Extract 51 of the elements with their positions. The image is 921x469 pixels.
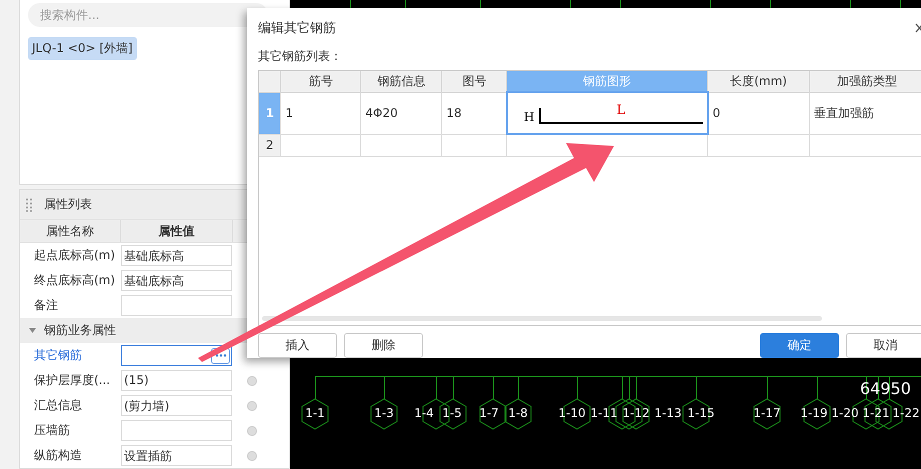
confirm-button[interactable]: 确定 xyxy=(760,333,840,358)
axis-label: 1-10 xyxy=(558,406,586,420)
column-header[interactable]: 加强筋类型 xyxy=(810,71,921,92)
axis-label: 1-3 xyxy=(374,406,394,420)
axis-label: 1-15 xyxy=(687,406,715,420)
property-name: 纵筋构造 xyxy=(33,447,83,464)
property-field[interactable]: (剪力墙) xyxy=(121,395,232,416)
axis-label: 1-21 xyxy=(862,406,890,420)
column-header: 属性名称 xyxy=(20,220,121,242)
property-name: 终点底标高(m) xyxy=(33,272,116,289)
dimension-label: H xyxy=(524,110,534,124)
axis-label: 1-8 xyxy=(508,406,528,420)
dimension-label: 64950 xyxy=(860,379,911,398)
table-cell: 0 xyxy=(708,92,810,134)
axis-label: 1-17 xyxy=(753,406,781,420)
property-name: 汇总信息 xyxy=(33,397,83,414)
property-field[interactable]: 基础底标高 xyxy=(121,245,232,266)
axis-label: 1-11 xyxy=(590,406,618,420)
dialog-button[interactable]: 插入 xyxy=(258,333,337,358)
column-header[interactable]: 钢筋信息 xyxy=(360,71,442,92)
axis-label: 1-4 xyxy=(414,406,434,420)
property-name: 备注 xyxy=(33,297,59,314)
axis-label: 1-19 xyxy=(800,406,828,420)
column-header[interactable]: 筋号 xyxy=(280,71,361,92)
property-name: 其它钢筋 xyxy=(33,347,83,364)
dialog-button[interactable]: 删除 xyxy=(344,333,423,358)
property-field[interactable]: 基础底标高 xyxy=(121,270,232,291)
axis-label: 1-13 xyxy=(654,406,682,420)
axis-label: 1-12 xyxy=(622,406,650,420)
list-label: 其它钢筋列表： xyxy=(258,48,343,65)
column-header: 属性值 xyxy=(121,220,233,242)
group-label: 钢筋业务属性 xyxy=(44,322,116,339)
dialog-button[interactable]: 取消 xyxy=(846,333,921,358)
property-name: 起点底标高(m) xyxy=(33,247,116,264)
component-item[interactable]: JLQ-1 <0> [外墙] xyxy=(28,37,137,60)
dimension-label: L xyxy=(616,102,626,118)
row-number[interactable]: 2 xyxy=(259,134,281,156)
property-name: 保护层厚度(... xyxy=(33,372,112,389)
axis-label: 1-1 xyxy=(305,406,325,420)
column-header[interactable]: 图号 xyxy=(442,71,507,92)
property-field[interactable]: (15) xyxy=(121,370,232,391)
property-field[interactable]: 设置插筋 xyxy=(121,445,232,466)
column-header[interactable]: 长度(mm) xyxy=(708,71,810,92)
property-name: 压墙筋 xyxy=(33,422,71,439)
axis-label: 1-20 xyxy=(831,406,859,420)
axis-label: 1-22 xyxy=(892,406,920,420)
table-cell: 4Φ20 xyxy=(360,92,442,134)
axis-label: 1-7 xyxy=(479,406,499,420)
table-cell: 1 xyxy=(280,92,361,134)
axis-label: 1-5 xyxy=(442,406,462,420)
panel-title: 属性列表 xyxy=(44,196,92,213)
